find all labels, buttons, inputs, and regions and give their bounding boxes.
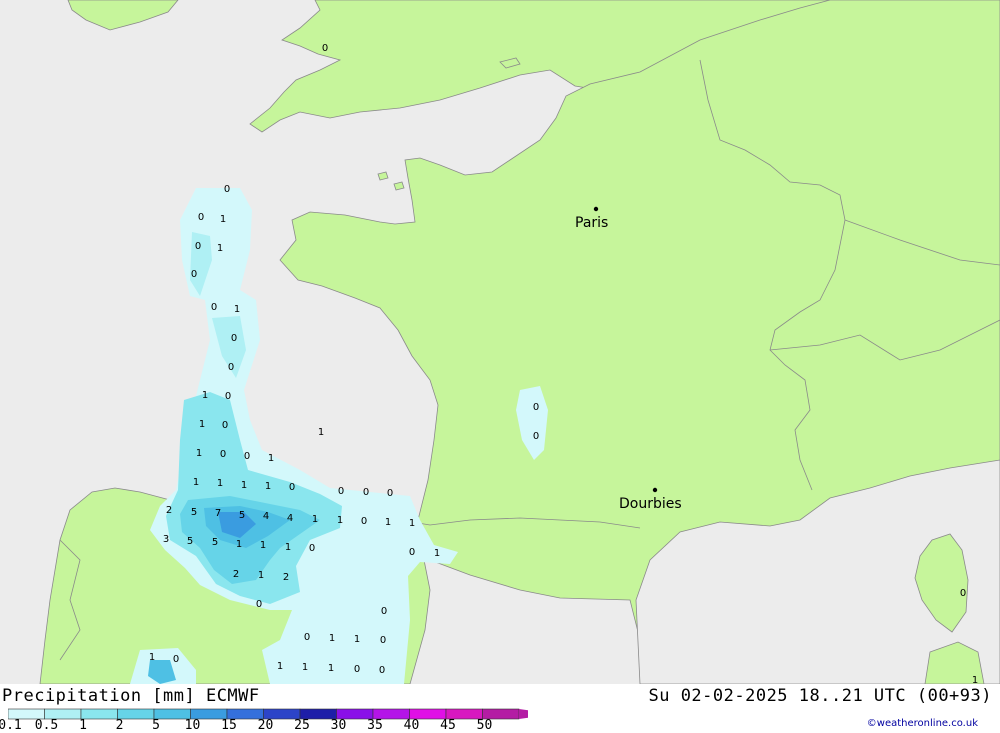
legend-label: 20 <box>257 718 274 733</box>
value-label: 2 <box>233 569 239 580</box>
value-label: 1 <box>434 548 440 559</box>
city-marker <box>652 487 658 493</box>
value-label: 0 <box>256 599 262 610</box>
value-label: 3 <box>163 534 169 545</box>
value-label: 0 <box>195 241 201 252</box>
value-label: 1 <box>258 570 264 581</box>
credit-link[interactable]: ©weatheronline.co.uk <box>867 718 978 729</box>
value-label: 1 <box>285 542 291 553</box>
legend-label: 45 <box>440 718 456 733</box>
footer-bar: Precipitation [mm] ECMWF Su 02-02-2025 1… <box>0 684 1000 733</box>
value-label: 1 <box>234 304 240 315</box>
legend-label: 25 <box>294 718 310 733</box>
value-label: 0 <box>191 269 197 280</box>
value-label: 0 <box>309 543 315 554</box>
value-label: 2 <box>166 505 172 516</box>
value-label: 1 <box>196 448 202 459</box>
value-label: 1 <box>385 517 391 528</box>
legend-label: 15 <box>221 718 237 733</box>
value-label: 1 <box>312 514 318 525</box>
value-label: 0 <box>244 451 250 462</box>
value-label: 5 <box>239 510 245 521</box>
city-label: Paris <box>575 215 608 231</box>
value-label: 0 <box>381 606 387 617</box>
value-label: 1 <box>236 539 242 550</box>
value-label: 1 <box>260 540 266 551</box>
value-label: 1 <box>972 675 978 684</box>
value-label: 4 <box>263 511 269 522</box>
value-label: 0 <box>198 212 204 223</box>
value-label: 1 <box>337 515 343 526</box>
value-label: 1 <box>217 243 223 254</box>
value-label: 0 <box>225 391 231 402</box>
value-label: 0 <box>222 420 228 431</box>
value-label: 0 <box>322 43 328 54</box>
value-label: 0 <box>533 402 539 413</box>
value-label: 1 <box>265 481 271 492</box>
value-label: 4 <box>287 513 293 524</box>
value-label: 0 <box>960 588 966 599</box>
value-label: 0 <box>173 654 179 665</box>
value-label: 0 <box>409 547 415 558</box>
value-label: 2 <box>283 572 289 583</box>
city-marker <box>593 206 599 212</box>
value-label: 0 <box>231 333 237 344</box>
legend-label: 5 <box>152 718 160 733</box>
valid-datetime: Su 02-02-2025 18..21 UTC (00+93) <box>648 686 992 706</box>
legend-label: 1 <box>79 718 87 733</box>
value-label: 1 <box>329 633 335 644</box>
legend-label: 40 <box>403 718 420 733</box>
value-label: 0 <box>224 184 230 195</box>
legend-label: 50 <box>476 718 493 733</box>
value-label: 0 <box>211 302 217 313</box>
map-title: Precipitation [mm] ECMWF <box>2 686 260 706</box>
value-label: 1 <box>409 518 415 529</box>
value-label: 0 <box>387 488 393 499</box>
value-label: 0 <box>380 635 386 646</box>
legend-label: 2 <box>115 718 124 733</box>
precipitation-map: 0 0 0 1 0 1 0 0 1 0 0 1 0 1 0 1 1 0 0 1 … <box>0 0 1000 684</box>
value-label: 5 <box>187 536 193 547</box>
value-label: 0 <box>304 632 310 643</box>
value-label: 1 <box>199 419 205 430</box>
value-label: 0 <box>533 431 539 442</box>
value-label: 1 <box>217 478 223 489</box>
value-label: 1 <box>193 477 199 488</box>
value-label: 1 <box>149 652 155 663</box>
legend-label: 0.5 <box>34 718 59 733</box>
value-label: 1 <box>318 427 324 438</box>
city-label: Dourbies <box>619 496 682 512</box>
value-label: 0 <box>354 664 360 675</box>
value-label: 0 <box>363 487 369 498</box>
value-label: 0 <box>289 482 295 493</box>
legend-label: 0.1 <box>0 718 22 733</box>
legend-label: 30 <box>330 718 347 733</box>
value-label: 5 <box>191 507 197 518</box>
value-label: 1 <box>277 661 283 672</box>
legend-label: 35 <box>367 718 383 733</box>
value-label: 1 <box>302 662 308 673</box>
value-label: 0 <box>220 449 226 460</box>
value-label: 5 <box>212 537 218 548</box>
value-label: 1 <box>202 390 208 401</box>
legend-arrow <box>519 709 528 719</box>
value-label: 0 <box>379 665 385 676</box>
value-label: 1 <box>328 663 334 674</box>
value-label: 1 <box>241 480 247 491</box>
value-label: 0 <box>361 516 367 527</box>
value-label: 1 <box>268 453 274 464</box>
value-label: 0 <box>228 362 234 373</box>
value-label: 7 <box>215 508 221 519</box>
value-label: 1 <box>220 214 226 225</box>
value-label: 1 <box>354 634 360 645</box>
legend-label: 10 <box>184 718 201 733</box>
value-label: 0 <box>338 486 344 497</box>
